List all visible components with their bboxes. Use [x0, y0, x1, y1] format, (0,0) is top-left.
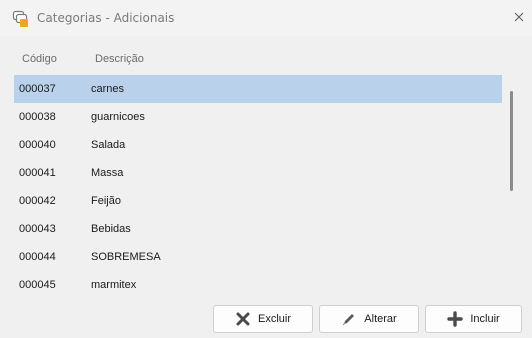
app-icon [12, 10, 32, 28]
table-row[interactable]: 000043 Bebidas [14, 215, 502, 243]
row-description: marmitex [91, 279, 137, 291]
table-row[interactable]: 000038 guarnicoes [14, 103, 502, 131]
row-description: Bebidas [91, 223, 131, 235]
row-code: 000044 [19, 251, 56, 263]
row-code: 000042 [19, 195, 56, 207]
pencil-icon [343, 314, 355, 325]
edit-button[interactable]: Alterar [319, 305, 419, 333]
add-button-label: Incluir [470, 313, 500, 325]
row-description: carnes [91, 83, 125, 95]
window-title: Categorias - Adicionais [37, 11, 175, 25]
row-code: 000043 [19, 223, 56, 235]
category-list[interactable]: 000037 carnes 000038 guarnicoes 000040 Salada… [14, 75, 502, 299]
table-row[interactable]: 000044 SOBREMESA [14, 243, 502, 271]
x-icon [236, 312, 250, 326]
row-code: 000038 [19, 111, 56, 123]
column-header-code[interactable]: Código [22, 53, 57, 65]
title-bar: Categorias - Adicionais [0, 0, 532, 36]
edit-button-label: Alterar [364, 313, 397, 325]
row-code: 000040 [19, 139, 56, 151]
table-row[interactable]: 000040 Salada [14, 131, 502, 159]
row-description: Massa [91, 167, 124, 179]
row-code: 000041 [19, 167, 56, 179]
row-code: 000037 [19, 83, 56, 95]
plus-icon [447, 311, 464, 327]
column-header-description[interactable]: Descrição [95, 53, 144, 65]
close-icon [514, 12, 524, 22]
row-code: 000045 [19, 279, 56, 291]
delete-button[interactable]: Excluir [213, 305, 313, 333]
row-description: Feijão [91, 195, 121, 207]
row-description: Salada [91, 139, 126, 151]
add-button[interactable]: Incluir [425, 305, 522, 333]
table-row[interactable]: 000037 carnes [14, 75, 502, 103]
table-row[interactable]: 000041 Massa [14, 159, 502, 187]
vertical-scrollbar[interactable] [510, 91, 513, 191]
row-description: SOBREMESA [91, 251, 161, 263]
table-row[interactable]: 000042 Feijão [14, 187, 502, 215]
row-description: guarnicoes [91, 111, 145, 123]
delete-button-label: Excluir [257, 313, 291, 325]
close-button[interactable] [506, 4, 532, 30]
table-row[interactable]: 000045 marmitex [14, 271, 502, 299]
